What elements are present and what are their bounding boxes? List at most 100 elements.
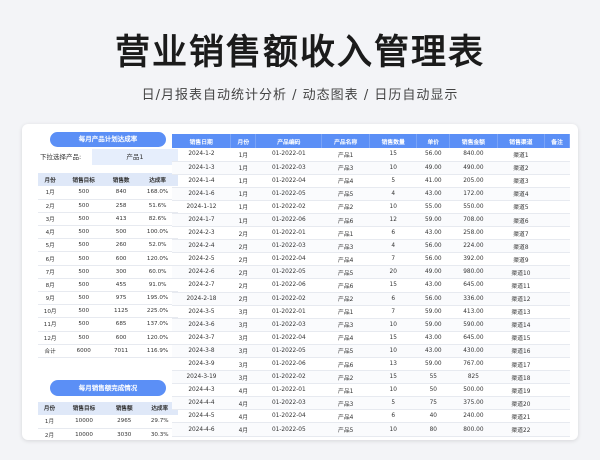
table-cell[interactable]: 01-2022-01 [255,226,322,241]
table-cell[interactable]: 413.00 [449,305,498,319]
table-cell[interactable]: 500 [62,317,106,332]
table-cell[interactable]: 渠道3 [497,174,545,188]
table-cell[interactable]: 6 [369,292,417,306]
table-cell[interactable]: 7 [369,305,417,319]
table-cell[interactable]: 2024-3-9 [172,357,231,372]
table-cell[interactable]: 260 [105,238,138,253]
table-cell[interactable]: 渠道19 [497,383,545,398]
table-cell[interactable]: 2024-4-4 [172,396,231,411]
table-cell[interactable]: 2024-2-4 [172,239,231,254]
table-cell[interactable]: 渠道6 [497,213,545,228]
table-cell[interactable]: 产品2 [321,370,370,385]
table-cell[interactable]: 15 [369,278,417,293]
table-cell[interactable]: 产品6 [321,357,370,372]
table-cell[interactable]: 15 [369,370,417,385]
table-cell[interactable]: 500 [62,304,106,319]
table-cell[interactable]: 455 [105,278,138,293]
table-cell[interactable]: 336.00 [449,292,498,306]
table-cell[interactable]: 01-2022-03 [255,318,322,332]
table-cell[interactable]: 13 [369,357,417,372]
table-cell[interactable]: 01-2022-05 [255,265,322,280]
table-cell[interactable]: 1月 [230,161,256,175]
table-cell[interactable]: 205.00 [449,174,498,188]
table-cell[interactable]: 708.00 [449,213,498,228]
table-cell[interactable]: 49.00 [416,161,450,175]
table-cell[interactable]: 2024-1-4 [172,174,231,188]
table-cell[interactable]: 392.00 [449,252,498,267]
table-cell[interactable]: 15 [369,148,417,162]
table-cell[interactable]: 12 [369,213,417,228]
table-cell[interactable]: 75 [416,396,450,411]
table-cell[interactable]: 产品6 [321,278,370,293]
table-cell[interactable]: 产品3 [321,318,370,332]
table-cell[interactable]: 2024-3-5 [172,305,231,319]
table-cell[interactable]: 3月 [230,370,256,385]
table-cell[interactable]: 3月 [230,331,256,345]
table-cell[interactable]: 685 [105,317,138,332]
table-cell[interactable]: 56.00 [416,239,450,254]
table-cell[interactable]: 600 [105,331,138,345]
table-cell[interactable]: 49.00 [416,265,450,280]
table-cell[interactable]: 2024-2-6 [172,265,231,280]
table-cell[interactable]: 500 [62,278,106,293]
table-cell[interactable]: 渠道15 [497,331,545,345]
table-cell[interactable]: 6 [369,226,417,241]
table-cell[interactable]: 2月 [38,428,61,440]
table-cell[interactable]: 产品5 [321,344,370,359]
table-cell[interactable]: 590.00 [449,318,498,332]
table-cell[interactable]: 渠道12 [497,292,545,306]
table-cell[interactable]: 15 [369,331,417,345]
table-cell[interactable]: 7 [369,252,417,267]
table-cell[interactable]: 500 [62,331,106,345]
table-cell[interactable]: 500 [62,199,106,213]
table-cell[interactable]: 9月 [38,291,63,306]
table-cell[interactable]: 43.00 [416,187,450,201]
table-cell[interactable]: 20 [369,265,417,280]
table-cell[interactable]: 4 [369,187,417,201]
product-select[interactable]: 产品1 [92,149,178,165]
table-cell[interactable]: 55.00 [416,200,450,214]
table-cell[interactable]: 2月 [230,226,256,241]
table-cell[interactable]: 80 [416,422,450,437]
table-cell[interactable]: 56.00 [416,148,450,162]
table-cell[interactable]: 975 [105,291,138,306]
table-cell[interactable]: 2024-4-3 [172,383,231,398]
table-cell[interactable]: 4月 [230,422,256,437]
table-cell[interactable]: 43.00 [416,344,450,359]
table-cell[interactable]: 12月 [38,331,63,345]
table-cell[interactable]: 产品3 [321,396,370,411]
table-cell[interactable]: 2024-1-12 [172,200,231,214]
table-cell[interactable]: 55 [416,370,450,385]
table-cell[interactable]: 2024-3-6 [172,318,231,332]
table-cell[interactable]: 2024-2-3 [172,226,231,241]
table-cell[interactable]: 3月 [230,305,256,319]
table-cell[interactable]: 10 [369,200,417,214]
table-cell[interactable]: 01-2022-06 [255,357,322,372]
table-cell[interactable]: 产品1 [321,383,370,398]
table-cell[interactable]: 1月 [230,200,256,214]
table-cell[interactable]: 4月 [230,409,256,424]
table-cell[interactable]: 01-2022-02 [255,200,322,214]
table-cell[interactable]: 5 [369,396,417,411]
table-cell[interactable]: 2024-1-6 [172,187,231,201]
table-cell[interactable] [544,226,570,241]
table-cell[interactable]: 50 [416,383,450,398]
table-cell[interactable]: 3月 [230,344,256,359]
table-cell[interactable]: 5 [369,174,417,188]
table-cell[interactable] [544,292,570,306]
table-cell[interactable]: 渠道14 [497,318,545,332]
table-cell[interactable]: 产品3 [321,161,370,175]
table-cell[interactable]: 10000 [61,414,107,429]
table-cell[interactable]: 10 [369,318,417,332]
table-cell[interactable]: 500 [105,225,138,240]
table-cell[interactable]: 8月 [38,278,63,293]
table-cell[interactable]: 产品6 [321,213,370,228]
table-cell[interactable]: 5月 [38,238,63,253]
table-cell[interactable]: 产品4 [321,409,370,424]
table-cell[interactable]: 56.00 [416,252,450,267]
table-cell[interactable]: 01-2022-04 [255,331,322,345]
table-cell[interactable]: 2024-1-2 [172,148,231,162]
table-cell[interactable]: 2024-4-6 [172,422,231,437]
table-cell[interactable]: 01-2022-01 [255,148,322,162]
table-cell[interactable]: 渠道10 [497,265,545,280]
